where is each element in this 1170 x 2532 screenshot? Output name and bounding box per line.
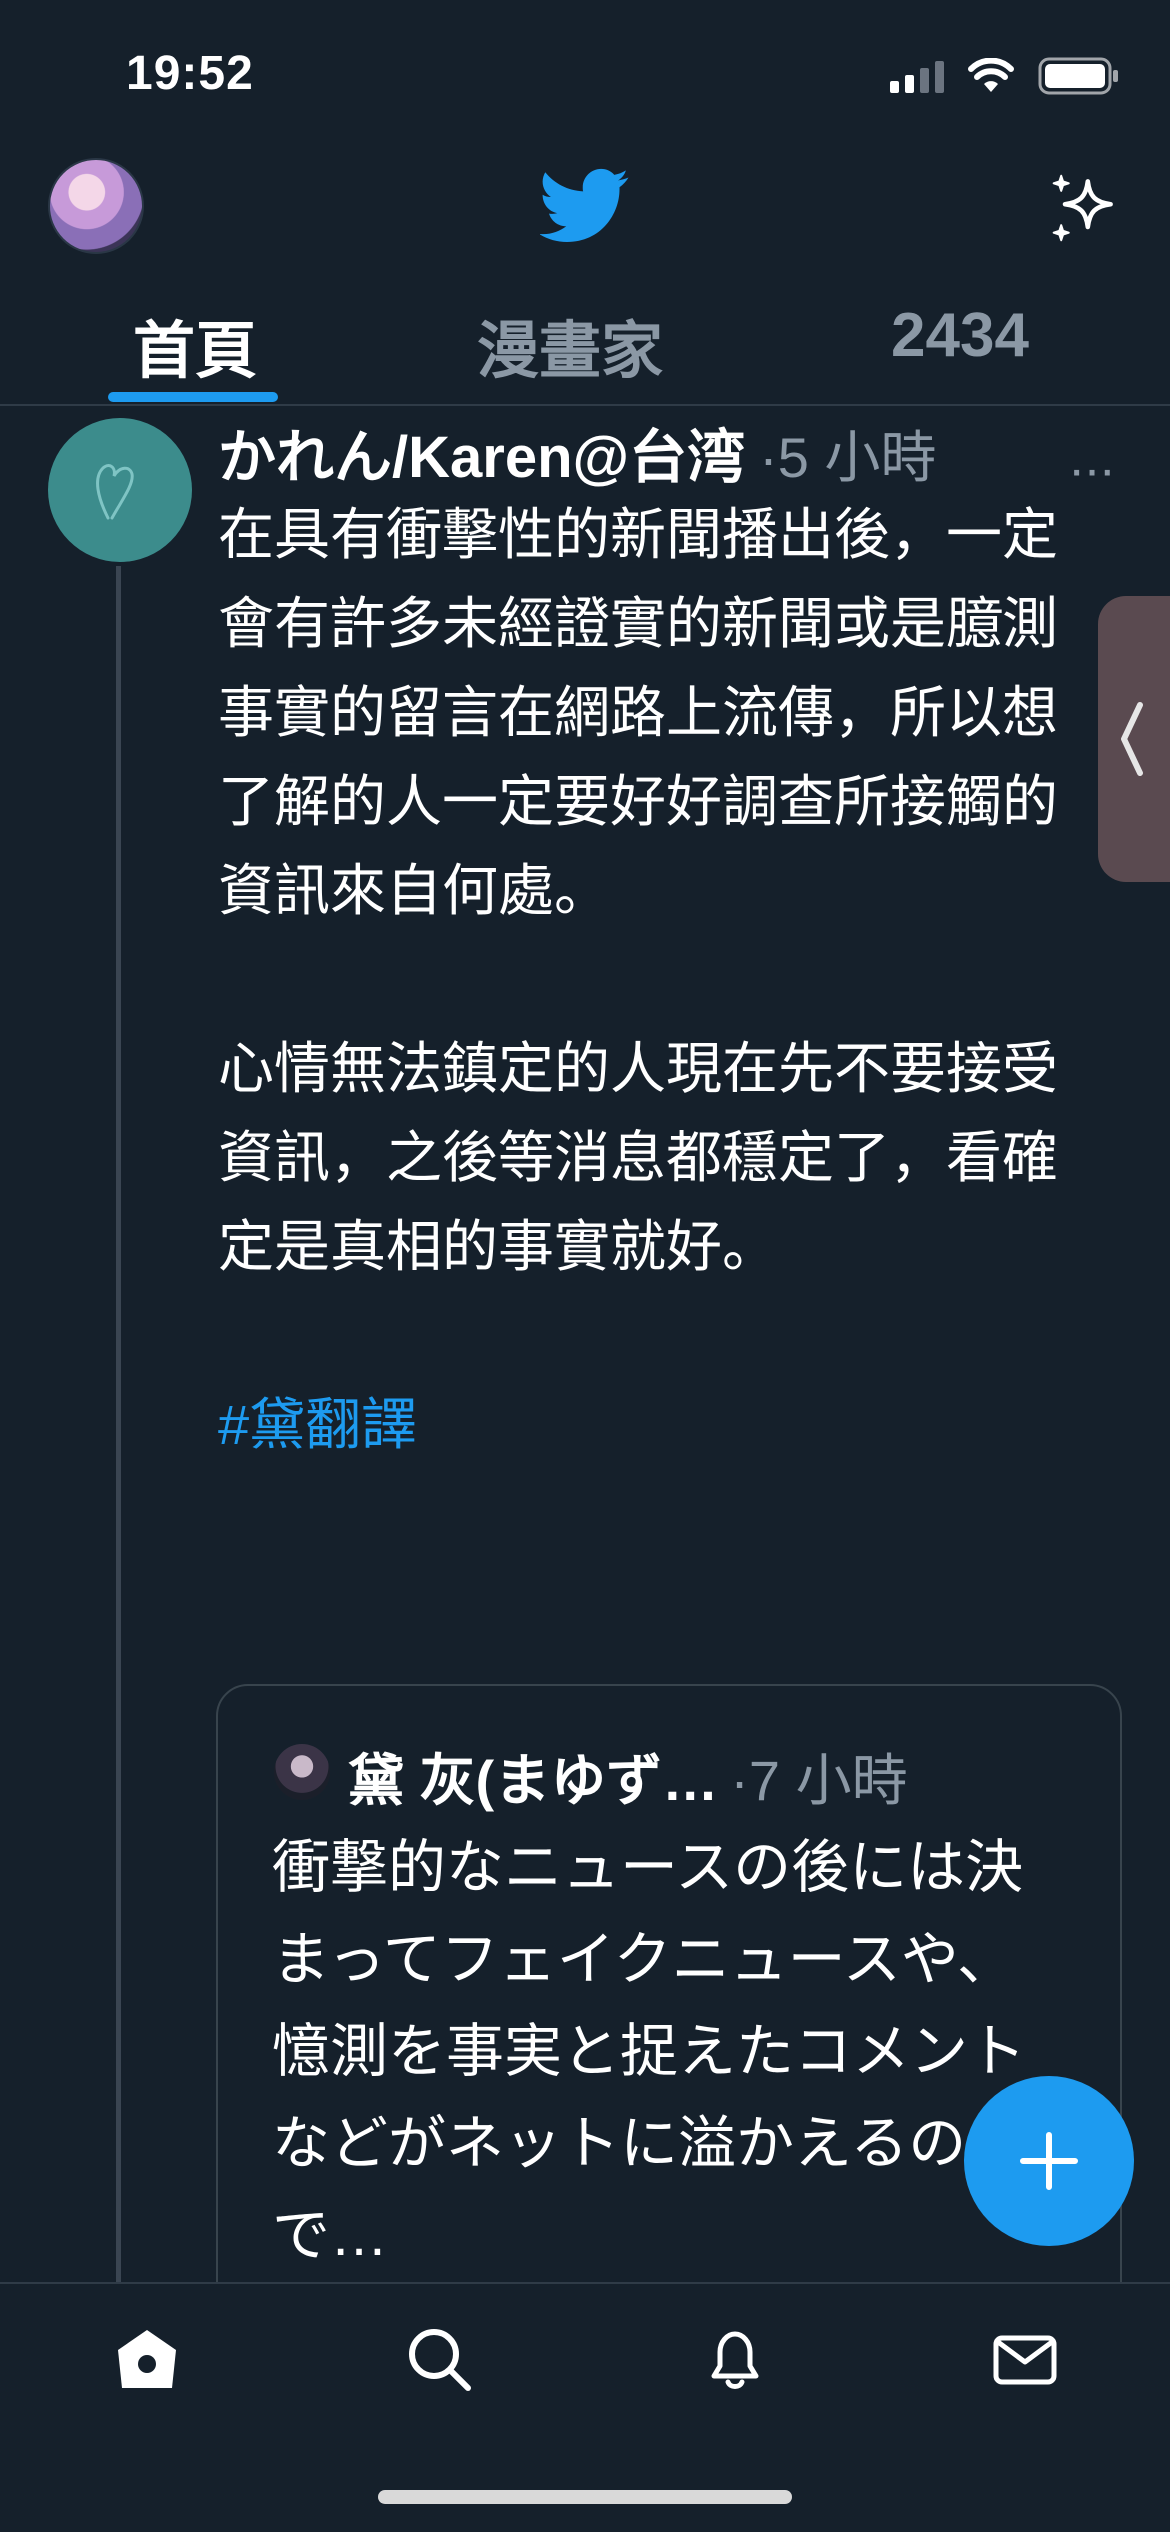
quoted-tweet-header: 黛 灰(まゆず… ·7 小時: [348, 1736, 908, 1817]
status-icons: [890, 56, 1120, 96]
cellular-signal-icon: [890, 59, 944, 93]
battery-icon: [1038, 57, 1118, 95]
quoted-timestamp: ·7 小時: [730, 1749, 908, 1812]
hashtag-link[interactable]: #黛翻譯: [218, 1380, 1098, 1469]
tabs-divider: [0, 404, 1170, 406]
tab-home[interactable]: 首頁: [80, 300, 310, 390]
compose-tweet-button[interactable]: [964, 2076, 1134, 2246]
tweet-timestamp[interactable]: ·5 小時: [759, 413, 936, 494]
tab-manga-artists[interactable]: 漫畫家: [430, 300, 710, 390]
sparkle-icon[interactable]: [1046, 170, 1122, 251]
tweet-author-avatar[interactable]: [48, 418, 192, 562]
home-icon[interactable]: [112, 2324, 182, 2394]
search-icon[interactable]: [404, 2324, 474, 2394]
active-tab-indicator: [108, 392, 278, 402]
tweet-header: かれん/Karen@台湾 ·5 小時: [218, 410, 936, 494]
tweet-author-name[interactable]: かれん/Karen@台湾: [218, 410, 745, 494]
chevron-left-icon: [1121, 702, 1143, 776]
quoted-author-avatar: [274, 1744, 330, 1800]
profile-avatar[interactable]: [48, 158, 144, 254]
quoted-tweet-text: 衝撃的なニュースの後には決まってフェイクニュースや、憶測を事実と捉えたコメントな…: [272, 1835, 1027, 2268]
wifi-icon: [968, 58, 1014, 92]
messages-icon[interactable]: [990, 2324, 1060, 2394]
quoted-author-name: 黛 灰(まゆず…: [348, 1749, 719, 1812]
tweet-paragraph: 在具有衝擊性的新聞播出後，一定會有許多未經證實的新聞或是臆測事實的留言在網路上流…: [218, 503, 1058, 922]
side-drawer-handle[interactable]: [1098, 596, 1170, 882]
plus-icon: [1020, 2132, 1078, 2190]
thread-line: [116, 566, 121, 2286]
tab-2434[interactable]: 2434: [840, 300, 1080, 371]
twitter-bird-icon[interactable]: [538, 168, 630, 249]
tweet-paragraph: 心情無法鎮定的人現在先不要接受資訊，之後等消息都穩定了，看確定是真相的事實就好。: [218, 1037, 1058, 1278]
heart-doodle-icon: [96, 464, 134, 520]
notifications-icon[interactable]: [700, 2324, 770, 2394]
tweet-text: 在具有衝擊性的新聞播出後，一定會有許多未經證實的新聞或是臆測事實的留言在網路上流…: [218, 490, 1098, 1469]
home-indicator: [378, 2490, 792, 2504]
status-time: 19:52: [126, 47, 254, 100]
